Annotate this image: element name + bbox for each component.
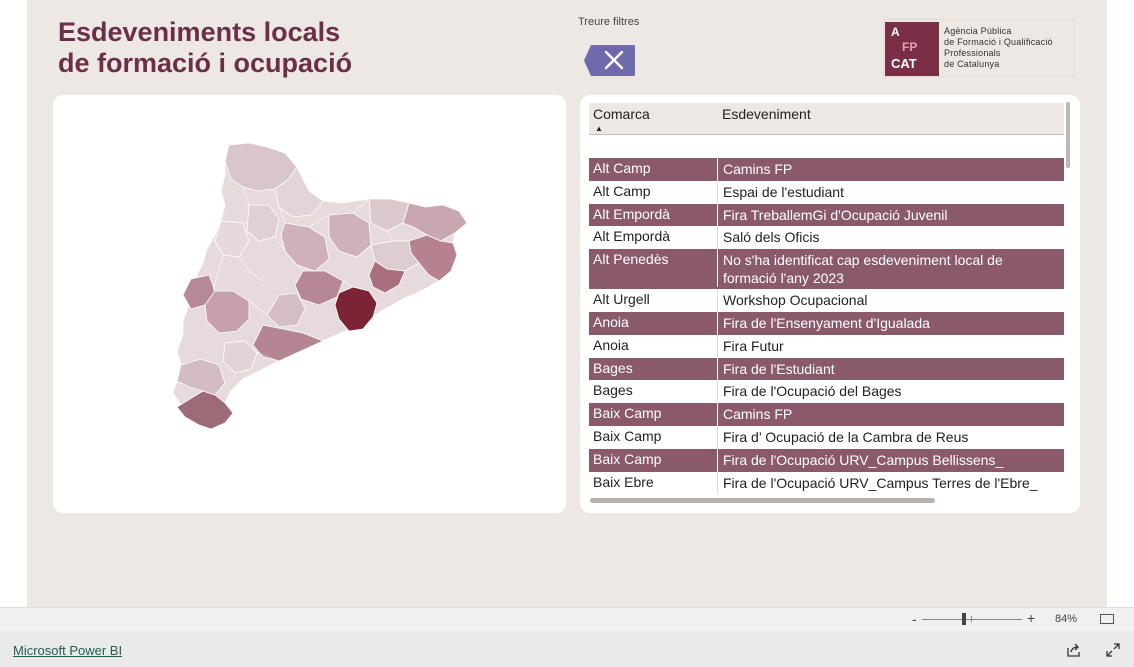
cell-esdeveniment: Camins FP [717, 403, 1060, 426]
column-header-esdeveniment[interactable]: Esdeveniment [722, 106, 811, 122]
zoom-out-button[interactable]: - [912, 611, 917, 627]
cell-esdeveniment: No s'ha identificat cap esdeveniment loc… [717, 249, 1060, 288]
cell-esdeveniment: Fira TreballemGi d'Ocupació Juvenil [717, 203, 1060, 227]
cell-comarca: Bages [593, 359, 633, 376]
logo-text-line: Agència Pública [944, 26, 1012, 36]
sort-ascending-icon[interactable]: ▲ [595, 124, 603, 133]
zoom-slider-tick [971, 616, 972, 622]
table-row[interactable]: Alt Urgell Workshop Ocupacional [589, 289, 1064, 312]
table-row[interactable]: Alt Camp Espai de l'estudiant [589, 180, 1064, 204]
fit-to-page-icon[interactable] [1100, 614, 1114, 624]
cell-comarca: Baix Ebre [593, 473, 654, 490]
events-table[interactable]: Comarca ▲ Esdeveniment Alt Camp Camins FP… [580, 95, 1080, 513]
horizontal-scrollbar[interactable] [590, 498, 935, 503]
table-row[interactable]: Baix Camp Camins FP [589, 403, 1064, 426]
table-row[interactable]: Bages Fira de l'Estudiant [589, 357, 1064, 381]
table-row[interactable]: Baix Camp Fira de l'Ocupació URV_Campus B… [589, 448, 1064, 472]
cell-esdeveniment: Workshop Ocupacional [717, 289, 1060, 312]
zoom-slider-track[interactable] [922, 619, 1022, 620]
table-row[interactable]: Alt Empordà Fira TreballemGi d'Ocupació J… [589, 203, 1064, 227]
table-row[interactable]: Anoia Fira Futur [589, 334, 1064, 358]
column-header-comarca[interactable]: Comarca [593, 106, 650, 122]
cell-comarca: Alt Empordà [593, 228, 671, 245]
cell-esdeveniment: Espai de l'estudiant [717, 180, 1060, 204]
map-visual[interactable] [53, 95, 566, 513]
logo-text: Agència Pública de Formació i Qualificac… [944, 26, 1053, 70]
cell-esdeveniment: Camins FP [717, 158, 1060, 181]
table-row[interactable]: Alt Camp Camins FP [589, 158, 1064, 181]
cell-esdeveniment: Saló dels Oficis [717, 226, 1060, 250]
cell-esdeveniment: Fira de l'Estudiant [717, 357, 1060, 381]
logo-text-line: de Catalunya [944, 59, 1000, 69]
logo: A FP CAT Agència Pública de Formació i Q… [883, 19, 1075, 77]
cell-comarca: Anoia [593, 313, 629, 330]
footer: Microsoft Power BI [0, 631, 1134, 667]
cell-esdeveniment: Fira de l'Ocupació URV_Campus Terres de … [717, 471, 1060, 495]
table-row[interactable]: Bages Fira de l'Ocupació del Bages [589, 380, 1064, 404]
right-gutter [1107, 0, 1134, 607]
table-row[interactable]: Anoia Fira de l'Ensenyament d'Igualada [589, 311, 1064, 335]
table-row[interactable]: Alt Penedès No s'ha identificat cap esdev… [589, 249, 1064, 290]
cell-comarca: Alt Camp [593, 160, 651, 176]
zoom-slider-thumb[interactable] [962, 613, 966, 625]
table-body: Alt Camp Camins FP Alt Camp Espai de l'est… [589, 158, 1064, 495]
cell-comarca: Baix Camp [593, 450, 662, 467]
cell-comarca: Anoia [593, 336, 629, 353]
table-header: Comarca ▲ Esdeveniment [589, 103, 1064, 135]
cell-esdeveniment: Fira de l'Ensenyament d'Igualada [717, 311, 1060, 335]
close-icon [584, 45, 635, 76]
catalonia-choropleth-map[interactable] [53, 95, 566, 513]
zoom-in-button[interactable]: + [1027, 610, 1035, 626]
cell-comarca: Baix Camp [593, 405, 662, 422]
logo-text-line: Professionals [944, 48, 1001, 58]
cell-comarca: Bages [593, 382, 633, 399]
logo-letter-a: A [891, 25, 900, 39]
fullscreen-icon[interactable] [1106, 643, 1120, 657]
logo-text-line: de Formació i Qualificació [944, 37, 1053, 47]
cell-esdeveniment: Fira d’ Ocupació de la Cambra de Reus [717, 425, 1060, 449]
logo-letter-fp: FP [902, 40, 918, 54]
table-row[interactable]: Baix Camp Fira d’ Ocupació de la Cambra d… [589, 425, 1064, 449]
cell-comarca: Alt Camp [593, 182, 651, 199]
table-row[interactable]: Alt Empordà Saló dels Oficis [589, 226, 1064, 250]
logo-mark: A FP CAT [885, 22, 939, 76]
report-canvas: Esdeveniments locals de formació i ocupa… [27, 0, 1107, 607]
cell-comarca: Alt Penedès [593, 251, 669, 268]
title-line-1: Esdeveniments locals [58, 17, 341, 47]
table-row[interactable]: Baix Ebre Fira de l'Ocupació URV_Campus T… [589, 471, 1064, 495]
cell-esdeveniment: Fira de l'Ocupació del Bages [717, 380, 1060, 404]
clear-filters-button[interactable] [583, 44, 636, 77]
share-icon[interactable] [1067, 643, 1081, 657]
zoom-level: 84% [1055, 613, 1078, 625]
page-title: Esdeveniments locals de formació i ocupa… [58, 17, 352, 79]
clear-filters-label: Treure filtres [578, 16, 640, 28]
logo-letter-cat: CAT [891, 56, 917, 71]
title-line-2: de formació i ocupació [58, 48, 353, 78]
cell-comarca: Alt Empordà [593, 205, 671, 222]
left-gutter [0, 0, 27, 607]
cell-comarca: Alt Urgell [593, 291, 650, 308]
cell-comarca: Baix Camp [593, 427, 662, 444]
vertical-scrollbar[interactable] [1066, 102, 1070, 168]
power-bi-link[interactable]: Microsoft Power BI [13, 643, 122, 658]
cell-esdeveniment: Fira de l'Ocupació URV_Campus Bellissens… [717, 448, 1060, 472]
zoom-bar: - + 84% [0, 607, 1134, 631]
cell-esdeveniment: Fira Futur [717, 334, 1060, 358]
